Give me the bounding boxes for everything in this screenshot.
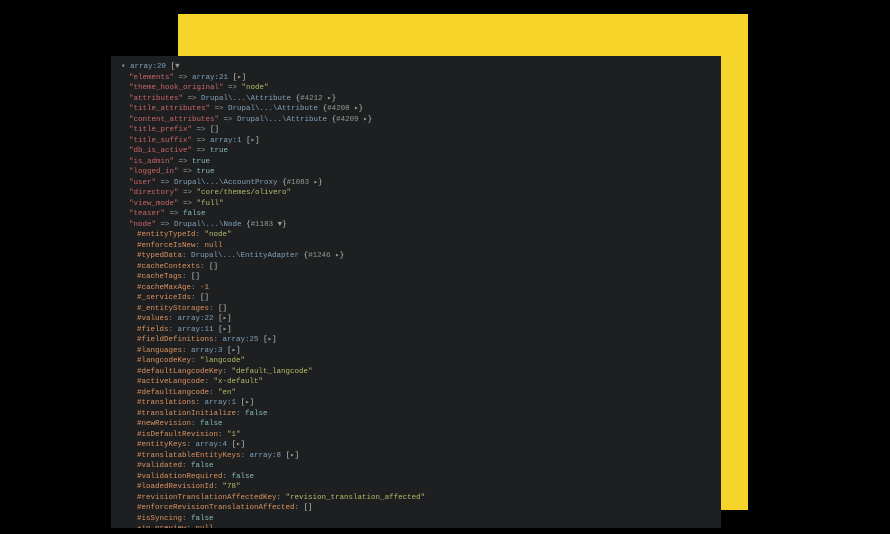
dump-row: "teaser" => false: [121, 209, 711, 220]
dump-prop: #loadedRevisionId: "78": [121, 482, 711, 493]
dump-prop: #langcodeKey: "langcode": [121, 356, 711, 367]
dump-row: "is_admin" => true: [121, 157, 711, 168]
dump-prop[interactable]: #translations: array:1 [▸]: [121, 398, 711, 409]
dump-row[interactable]: "content_attributes" => Drupal\...\Attri…: [121, 115, 711, 126]
dump-row[interactable]: "attributes" => Drupal\...\Attribute {#4…: [121, 94, 711, 105]
dump-prop: #entityTypeId: "node": [121, 230, 711, 241]
dump-prop[interactable]: #fieldDefinitions: array:25 [▸]: [121, 335, 711, 346]
dump-row[interactable]: "title_suffix" => array:1 [▸]: [121, 136, 711, 147]
dump-row[interactable]: "elements" => array:21 [▸]: [121, 73, 711, 84]
dump-prop[interactable]: #typedData: Drupal\...\EntityAdapter {#1…: [121, 251, 711, 262]
dump-row: "db_is_active" => true: [121, 146, 711, 157]
dump-prop: #cacheMaxAge: -1: [121, 283, 711, 294]
dump-prop[interactable]: #translatableEntityKeys: array:8 [▸]: [121, 451, 711, 462]
dump-prop: #validationRequired: false: [121, 472, 711, 483]
dump-prop[interactable]: #fields: array:11 [▸]: [121, 325, 711, 336]
dump-prop[interactable]: #languages: array:3 [▸]: [121, 346, 711, 357]
dump-prop: #_serviceIds: []: [121, 293, 711, 304]
dump-row: "logged_in" => true: [121, 167, 711, 178]
dump-prop: #_entityStorages: []: [121, 304, 711, 315]
dump-row[interactable]: "title_attributes" => Drupal\...\Attribu…: [121, 104, 711, 115]
dump-prop: #isSyncing: false: [121, 514, 711, 525]
dump-row: "view_mode" => "full": [121, 199, 711, 210]
dump-root[interactable]: ▾ array:20 [▼: [121, 62, 711, 73]
dump-prop: #defaultLangcode: "en": [121, 388, 711, 399]
dump-prop: #cacheContexts: []: [121, 262, 711, 273]
dump-panel: ▾ array:20 [▼ "elements" => array:21 [▸]…: [111, 56, 721, 528]
dump-row: "directory" => "core/themes/olivero": [121, 188, 711, 199]
dump-row: "theme_hook_original" => "node": [121, 83, 711, 94]
dump-prop: #isDefaultRevision: "1": [121, 430, 711, 441]
dump-prop: #activeLangcode: "x-default": [121, 377, 711, 388]
dump-prop[interactable]: #values: array:22 [▸]: [121, 314, 711, 325]
dump-prop[interactable]: #entityKeys: array:4 [▸]: [121, 440, 711, 451]
dump-prop: #enforceIsNew: null: [121, 241, 711, 252]
dump-prop: #newRevision: false: [121, 419, 711, 430]
dump-prop: #translationInitialize: false: [121, 409, 711, 420]
dump-row[interactable]: "node" => Drupal\...\Node {#1183 ▼}: [121, 220, 711, 231]
dump-row[interactable]: "user" => Drupal\...\AccountProxy {#1083…: [121, 178, 711, 189]
dump-row: "title_prefix" => []: [121, 125, 711, 136]
dump-prop: #validated: false: [121, 461, 711, 472]
dump-prop: #enforceRevisionTranslationAffected: []: [121, 503, 711, 514]
dump-prop: +in_preview: null: [121, 524, 711, 528]
dump-prop: #defaultLangcodeKey: "default_langcode": [121, 367, 711, 378]
dump-prop: #cacheTags: []: [121, 272, 711, 283]
dump-prop: #revisionTranslationAffectedKey: "revisi…: [121, 493, 711, 504]
